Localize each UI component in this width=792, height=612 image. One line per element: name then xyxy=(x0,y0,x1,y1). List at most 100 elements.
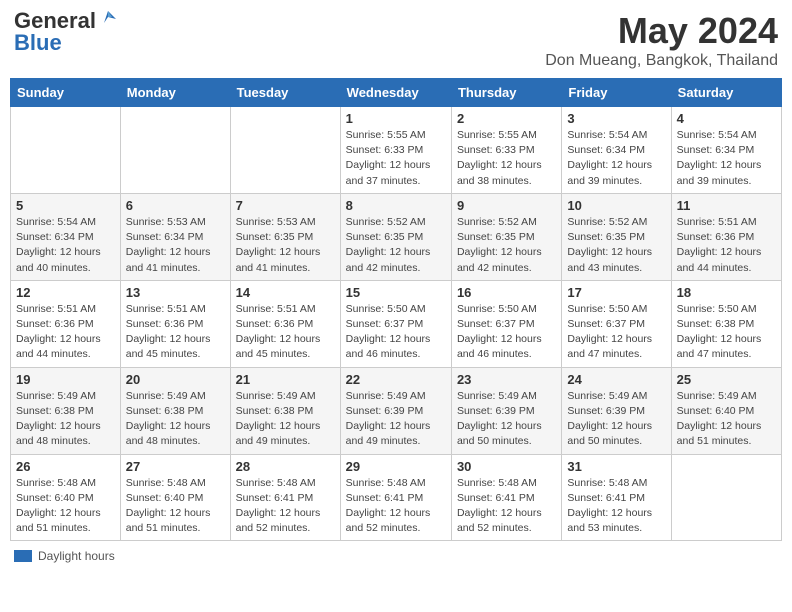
calendar-day-cell xyxy=(230,107,340,194)
calendar-dow-header: Monday xyxy=(120,79,230,107)
calendar-day-cell xyxy=(120,107,230,194)
calendar-week-row: 1 Sunrise: 5:55 AM Sunset: 6:33 PM Daylig… xyxy=(11,107,782,194)
day-number: 10 xyxy=(567,198,665,213)
day-info: Sunrise: 5:50 AM Sunset: 6:38 PM Dayligh… xyxy=(677,302,776,363)
calendar-day-cell: 13 Sunrise: 5:51 AM Sunset: 6:36 PM Dayli… xyxy=(120,280,230,367)
calendar-week-row: 12 Sunrise: 5:51 AM Sunset: 6:36 PM Dayli… xyxy=(11,280,782,367)
calendar-day-cell: 7 Sunrise: 5:53 AM Sunset: 6:35 PM Daylig… xyxy=(230,193,340,280)
day-info: Sunrise: 5:48 AM Sunset: 6:41 PM Dayligh… xyxy=(567,476,665,537)
calendar-day-cell: 11Sunrise: 5:51 AM Sunset: 6:36 PM Dayli… xyxy=(671,193,781,280)
calendar-day-cell: 25Sunrise: 5:49 AM Sunset: 6:40 PM Dayli… xyxy=(671,367,781,454)
calendar-day-cell xyxy=(671,454,781,541)
logo-blue-text: Blue xyxy=(14,32,62,54)
calendar-day-cell: 17 Sunrise: 5:50 AM Sunset: 6:37 PM Dayli… xyxy=(562,280,671,367)
day-number: 3 xyxy=(567,111,665,126)
day-number: 14 xyxy=(236,285,335,300)
calendar-day-cell: 9Sunrise: 5:52 AM Sunset: 6:35 PM Daylig… xyxy=(451,193,561,280)
day-info: Sunrise: 5:51 AM Sunset: 6:36 PM Dayligh… xyxy=(236,302,335,363)
calendar-day-cell: 20 Sunrise: 5:49 AM Sunset: 6:38 PM Dayli… xyxy=(120,367,230,454)
day-number: 16 xyxy=(457,285,556,300)
day-info: Sunrise: 5:48 AM Sunset: 6:40 PM Dayligh… xyxy=(16,476,115,537)
calendar-day-cell: 21 Sunrise: 5:49 AM Sunset: 6:38 PM Dayli… xyxy=(230,367,340,454)
day-info: Sunrise: 5:49 AM Sunset: 6:39 PM Dayligh… xyxy=(567,389,665,450)
day-number: 27 xyxy=(126,459,225,474)
day-number: 7 xyxy=(236,198,335,213)
calendar-day-cell: 12 Sunrise: 5:51 AM Sunset: 6:36 PM Dayli… xyxy=(11,280,121,367)
calendar-day-cell: 5 Sunrise: 5:54 AM Sunset: 6:34 PM Daylig… xyxy=(11,193,121,280)
day-info: Sunrise: 5:52 AM Sunset: 6:35 PM Dayligh… xyxy=(346,215,446,276)
calendar-day-cell xyxy=(11,107,121,194)
calendar-day-cell: 29Sunrise: 5:48 AM Sunset: 6:41 PM Dayli… xyxy=(340,454,451,541)
day-number: 21 xyxy=(236,372,335,387)
page-header: General Blue May 2024 Don Mueang, Bangko… xyxy=(10,10,782,70)
calendar-day-cell: 22 Sunrise: 5:49 AM Sunset: 6:39 PM Dayli… xyxy=(340,367,451,454)
calendar-day-cell: 2 Sunrise: 5:55 AM Sunset: 6:33 PM Daylig… xyxy=(451,107,561,194)
calendar-day-cell: 31 Sunrise: 5:48 AM Sunset: 6:41 PM Dayli… xyxy=(562,454,671,541)
logo-general-text: General xyxy=(14,10,96,32)
day-info: Sunrise: 5:49 AM Sunset: 6:38 PM Dayligh… xyxy=(236,389,335,450)
calendar-day-cell: 10 Sunrise: 5:52 AM Sunset: 6:35 PM Dayli… xyxy=(562,193,671,280)
footer: Daylight hours xyxy=(10,549,782,563)
page-title: May 2024 xyxy=(545,10,778,52)
calendar-week-row: 19Sunrise: 5:49 AM Sunset: 6:38 PM Dayli… xyxy=(11,367,782,454)
calendar-day-cell: 3 Sunrise: 5:54 AM Sunset: 6:34 PM Daylig… xyxy=(562,107,671,194)
calendar-day-cell: 18 Sunrise: 5:50 AM Sunset: 6:38 PM Dayli… xyxy=(671,280,781,367)
day-info: Sunrise: 5:54 AM Sunset: 6:34 PM Dayligh… xyxy=(567,128,665,189)
day-info: Sunrise: 5:49 AM Sunset: 6:40 PM Dayligh… xyxy=(677,389,776,450)
day-number: 30 xyxy=(457,459,556,474)
day-info: Sunrise: 5:50 AM Sunset: 6:37 PM Dayligh… xyxy=(567,302,665,363)
day-info: Sunrise: 5:49 AM Sunset: 6:38 PM Dayligh… xyxy=(126,389,225,450)
logo: General Blue xyxy=(14,10,118,54)
calendar-table: SundayMondayTuesdayWednesdayThursdayFrid… xyxy=(10,78,782,541)
calendar-dow-header: Sunday xyxy=(11,79,121,107)
day-info: Sunrise: 5:49 AM Sunset: 6:38 PM Dayligh… xyxy=(16,389,115,450)
calendar-day-cell: 1 Sunrise: 5:55 AM Sunset: 6:33 PM Daylig… xyxy=(340,107,451,194)
calendar-dow-header: Friday xyxy=(562,79,671,107)
day-number: 9 xyxy=(457,198,556,213)
calendar-dow-header: Tuesday xyxy=(230,79,340,107)
day-info: Sunrise: 5:55 AM Sunset: 6:33 PM Dayligh… xyxy=(346,128,446,189)
day-info: Sunrise: 5:48 AM Sunset: 6:41 PM Dayligh… xyxy=(236,476,335,537)
calendar-dow-header: Saturday xyxy=(671,79,781,107)
day-number: 22 xyxy=(346,372,446,387)
calendar-day-cell: 30Sunrise: 5:48 AM Sunset: 6:41 PM Dayli… xyxy=(451,454,561,541)
day-number: 6 xyxy=(126,198,225,213)
day-info: Sunrise: 5:55 AM Sunset: 6:33 PM Dayligh… xyxy=(457,128,556,189)
day-info: Sunrise: 5:54 AM Sunset: 6:34 PM Dayligh… xyxy=(677,128,776,189)
day-info: Sunrise: 5:51 AM Sunset: 6:36 PM Dayligh… xyxy=(126,302,225,363)
calendar-day-cell: 23 Sunrise: 5:49 AM Sunset: 6:39 PM Dayli… xyxy=(451,367,561,454)
day-info: Sunrise: 5:50 AM Sunset: 6:37 PM Dayligh… xyxy=(346,302,446,363)
day-number: 20 xyxy=(126,372,225,387)
day-info: Sunrise: 5:53 AM Sunset: 6:35 PM Dayligh… xyxy=(236,215,335,276)
day-number: 11 xyxy=(677,198,776,213)
day-number: 28 xyxy=(236,459,335,474)
day-number: 23 xyxy=(457,372,556,387)
day-info: Sunrise: 5:49 AM Sunset: 6:39 PM Dayligh… xyxy=(346,389,446,450)
day-info: Sunrise: 5:50 AM Sunset: 6:37 PM Dayligh… xyxy=(457,302,556,363)
day-number: 24 xyxy=(567,372,665,387)
day-number: 13 xyxy=(126,285,225,300)
calendar-day-cell: 4Sunrise: 5:54 AM Sunset: 6:34 PM Daylig… xyxy=(671,107,781,194)
day-info: Sunrise: 5:53 AM Sunset: 6:34 PM Dayligh… xyxy=(126,215,225,276)
day-info: Sunrise: 5:49 AM Sunset: 6:39 PM Dayligh… xyxy=(457,389,556,450)
calendar-day-cell: 14 Sunrise: 5:51 AM Sunset: 6:36 PM Dayli… xyxy=(230,280,340,367)
day-number: 26 xyxy=(16,459,115,474)
calendar-day-cell: 28 Sunrise: 5:48 AM Sunset: 6:41 PM Dayli… xyxy=(230,454,340,541)
day-number: 31 xyxy=(567,459,665,474)
day-number: 18 xyxy=(677,285,776,300)
day-info: Sunrise: 5:51 AM Sunset: 6:36 PM Dayligh… xyxy=(16,302,115,363)
day-number: 12 xyxy=(16,285,115,300)
calendar-dow-header: Wednesday xyxy=(340,79,451,107)
calendar-day-cell: 24 Sunrise: 5:49 AM Sunset: 6:39 PM Dayli… xyxy=(562,367,671,454)
day-info: Sunrise: 5:52 AM Sunset: 6:35 PM Dayligh… xyxy=(567,215,665,276)
calendar-day-cell: 19Sunrise: 5:49 AM Sunset: 6:38 PM Dayli… xyxy=(11,367,121,454)
calendar-day-cell: 27Sunrise: 5:48 AM Sunset: 6:40 PM Dayli… xyxy=(120,454,230,541)
calendar-day-cell: 26 Sunrise: 5:48 AM Sunset: 6:40 PM Dayli… xyxy=(11,454,121,541)
day-number: 17 xyxy=(567,285,665,300)
day-number: 5 xyxy=(16,198,115,213)
calendar-week-row: 26 Sunrise: 5:48 AM Sunset: 6:40 PM Dayli… xyxy=(11,454,782,541)
day-number: 2 xyxy=(457,111,556,126)
day-info: Sunrise: 5:54 AM Sunset: 6:34 PM Dayligh… xyxy=(16,215,115,276)
day-number: 1 xyxy=(346,111,446,126)
title-area: May 2024 Don Mueang, Bangkok, Thailand xyxy=(545,10,778,70)
